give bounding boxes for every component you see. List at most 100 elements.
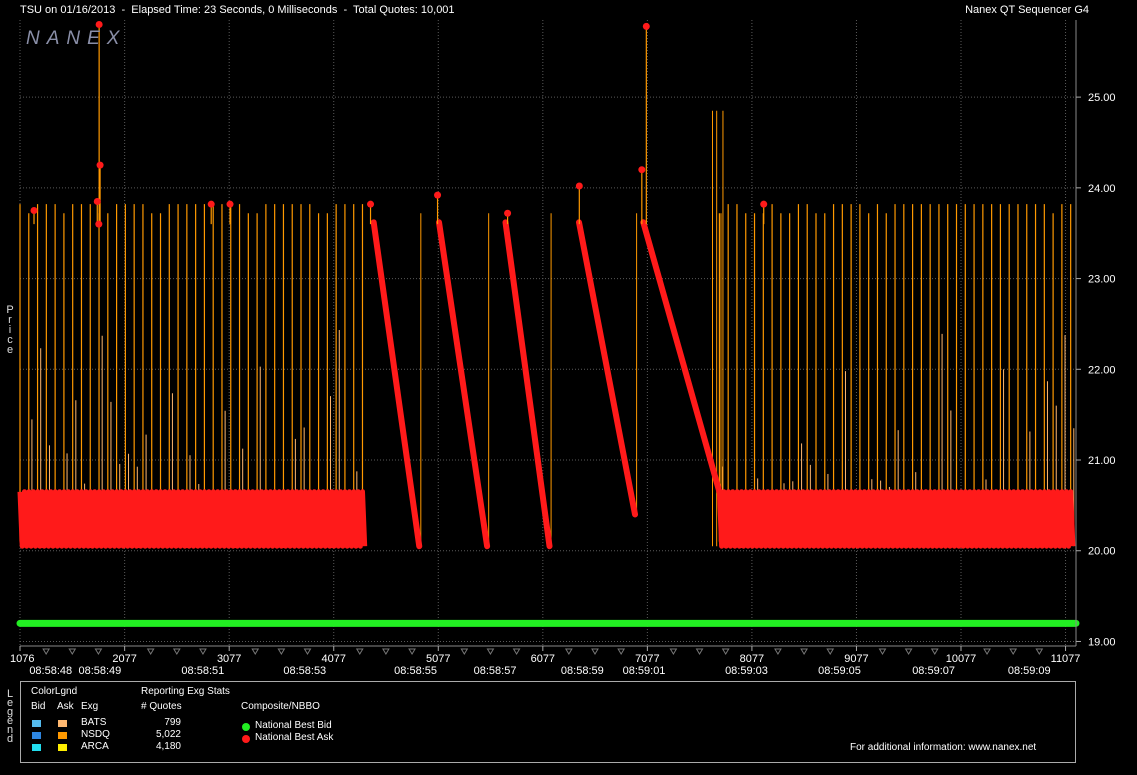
x-minor-marker: [199, 648, 207, 655]
best-ask-dot: [242, 735, 250, 743]
best-ask-spike-marker: [434, 191, 442, 199]
time-tick-label: 08:59:09: [1008, 665, 1051, 677]
time-tick-label: 08:59:05: [818, 665, 861, 677]
best-ask-oscillation: [17, 489, 368, 549]
time-tick-label: 08:59:03: [725, 665, 768, 677]
y-tick-label: 21.00: [1088, 455, 1116, 467]
best-ask-spike-marker: [638, 166, 646, 174]
x-minor-marker: [591, 648, 599, 655]
best-ask-spike-marker: [93, 197, 101, 205]
x-minor-marker: [42, 648, 51, 655]
footer-link-text: For additional information: www.nanex.ne…: [850, 742, 1037, 753]
nsdq-ask-swatch: [58, 732, 67, 739]
x-tick-label: 11077: [1051, 653, 1081, 665]
x-tick-label: 10077: [946, 653, 977, 665]
best-ask-spike-marker: [95, 220, 103, 228]
time-tick-label: 08:58:59: [561, 665, 604, 677]
best-ask-spike-marker: [207, 200, 215, 208]
x-minor-marker: [146, 648, 155, 655]
x-minor-marker: [277, 648, 286, 655]
x-minor-marker: [1035, 648, 1044, 655]
x-minor-marker: [878, 648, 887, 655]
x-minor-marker: [930, 648, 939, 655]
time-tick-label: 08:58:49: [78, 665, 121, 677]
x-minor-marker: [904, 648, 913, 655]
best-ask-spike-marker: [96, 161, 104, 169]
bats-bid-swatch: [32, 720, 41, 727]
x-minor-marker: [826, 648, 835, 655]
legend-quotes-subheader: # Quotes: [141, 701, 182, 712]
y-tick-label: 20.00: [1088, 546, 1116, 558]
arca-bid-swatch: [32, 744, 41, 751]
x-minor-marker: [303, 648, 312, 655]
x-minor-marker: [695, 648, 704, 655]
legend-composite-subheader: Composite/NBBO: [241, 701, 320, 712]
x-minor-marker: [512, 648, 521, 655]
x-tick-label: 1076: [10, 653, 34, 665]
arca-ask-swatch: [58, 744, 67, 751]
time-tick-label: 08:58:53: [283, 665, 326, 677]
best-ask-spike-marker: [367, 200, 375, 208]
best-ask-spike-marker: [30, 207, 38, 215]
best-ask-ramp: [640, 219, 723, 495]
legend-side-label: Legend: [5, 689, 15, 745]
legend-panel: ColorLgnd Reporting Exg Stats Bid Ask Ex…: [20, 681, 1076, 763]
time-tick-label: 08:59:01: [623, 665, 666, 677]
arca-exchange-name: ARCA: [81, 741, 109, 752]
best-bid-dot: [242, 723, 250, 731]
nsdq-exchange-name: NSDQ: [81, 729, 110, 740]
time-tick-label: 08:58:51: [181, 665, 224, 677]
bats-ask-swatch: [58, 720, 67, 727]
x-minor-marker: [382, 648, 390, 655]
x-tick-label: 8077: [740, 653, 764, 665]
x-minor-marker: [983, 648, 991, 655]
x-tick-label: 3077: [217, 653, 241, 665]
best-ask-spike-marker: [760, 200, 768, 208]
axes: 19.00 20.00 21.00 22.00 23.00 24.00 25.00 1076 2…: [10, 20, 1116, 677]
x-minor-marker: [486, 648, 495, 655]
price-chart: 19.00 20.00 21.00 22.00 23.00 24.00 25.00 1076 2…: [10, 20, 1116, 677]
x-minor-marker: [251, 648, 260, 655]
best-ask-spike-marker: [95, 21, 103, 29]
x-tick-label: 7077: [635, 653, 659, 665]
nsdq-bid-swatch: [32, 732, 41, 739]
best-ask-ramp: [575, 219, 639, 518]
x-minor-marker: [68, 648, 77, 655]
x-minor-marker: [94, 648, 103, 655]
x-minor-marker: [721, 648, 730, 655]
x-minor-marker: [774, 648, 782, 655]
x-minor-marker: [355, 648, 364, 655]
legend-exg-subheader: Exg: [81, 701, 99, 712]
y-tick-label: 19.00: [1088, 636, 1116, 648]
x-minor-marker: [669, 648, 678, 655]
time-tick-label: 08:58:55: [394, 665, 437, 677]
best-ask-label: National Best Ask: [255, 732, 334, 743]
best-ask-ramp: [502, 219, 553, 550]
best-bid-label: National Best Bid: [255, 720, 332, 731]
time-tick-label: 08:58:57: [474, 665, 517, 677]
y-tick-label: 22.00: [1088, 364, 1116, 376]
best-ask-spike-marker: [504, 209, 512, 217]
x-minor-marker: [617, 648, 626, 655]
y-tick-label: 25.00: [1088, 92, 1116, 104]
x-minor-marker: [460, 648, 469, 655]
y-tick-label: 24.00: [1088, 183, 1116, 195]
x-minor-marker: [172, 648, 181, 655]
legend-colorlegend-header: ColorLgnd: [31, 686, 78, 697]
nsdq-quote-count: 5,022: [155, 729, 181, 740]
legend-side-label-char: d: [6, 733, 14, 745]
x-tick-label: 5077: [426, 653, 450, 665]
best-ask-ramp: [436, 219, 491, 550]
x-tick-label: 2077: [112, 653, 136, 665]
y-axis-label-char: e: [6, 344, 14, 356]
best-ask-spike-marker: [575, 182, 583, 190]
legend-ask-subheader: Ask: [57, 701, 74, 712]
best-ask-oscillation: [716, 489, 1076, 549]
x-minor-marker: [800, 648, 808, 655]
arca-quote-count: 4,180: [155, 741, 181, 752]
x-tick-label: 6077: [531, 653, 555, 665]
y-axis-label: Price: [5, 305, 15, 356]
x-minor-marker: [564, 648, 573, 655]
y-tick-label: 23.00: [1088, 274, 1116, 286]
x-minor-marker: [408, 648, 416, 655]
